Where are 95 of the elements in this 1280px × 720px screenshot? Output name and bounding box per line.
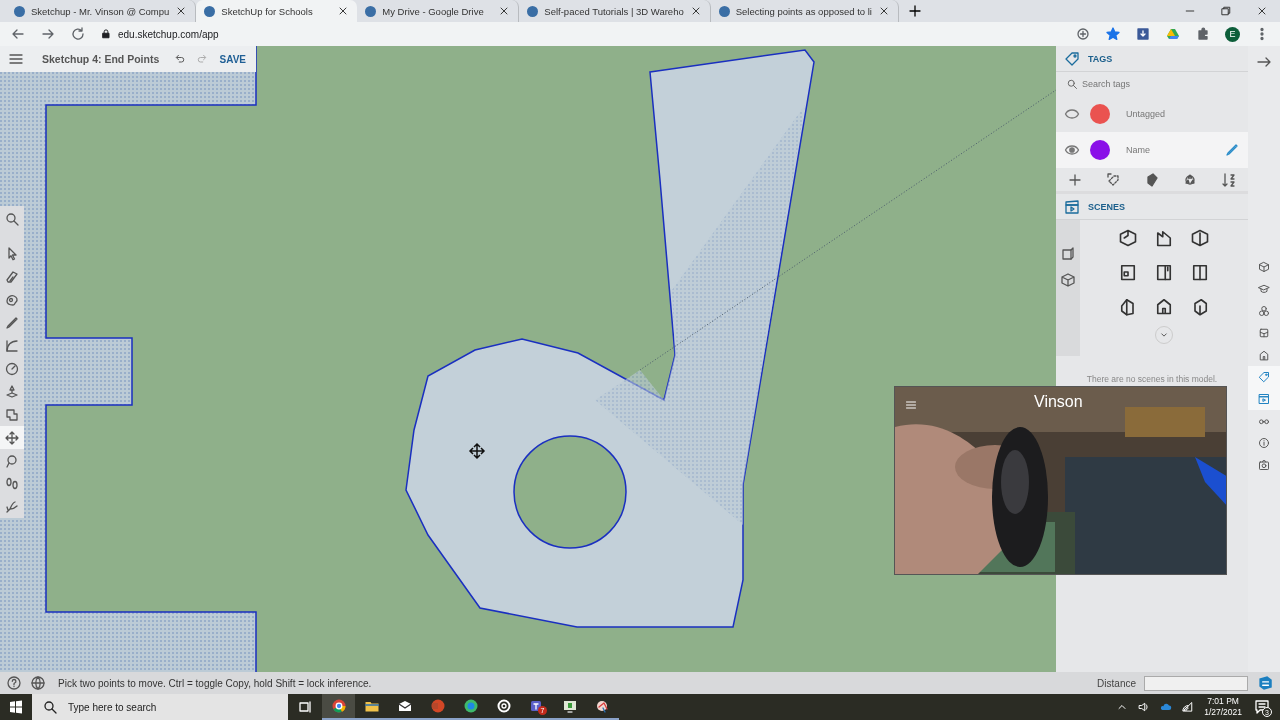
search-icon xyxy=(4,211,20,227)
status-hint: Pick two points to move. Ctrl = toggle Copy, hold Shift = lock inference. xyxy=(58,677,373,689)
windows-icon xyxy=(8,699,24,715)
extensions-icon[interactable] xyxy=(1195,26,1211,42)
taskbar-app[interactable] xyxy=(322,694,355,720)
tag-row[interactable]: Name xyxy=(1056,132,1248,168)
tag-row[interactable]: Untagged xyxy=(1056,96,1248,132)
tag-color-dot[interactable] xyxy=(1090,104,1110,124)
tape-icon xyxy=(4,452,20,469)
eye-icon[interactable] xyxy=(1064,106,1080,122)
push-pull-icon xyxy=(4,383,20,400)
notification-icon xyxy=(1254,699,1270,715)
eye-icon[interactable] xyxy=(1064,142,1080,158)
new-tab-icon[interactable] xyxy=(907,3,923,19)
sync-icon xyxy=(462,698,479,714)
close-icon[interactable] xyxy=(878,5,890,17)
clock-time[interactable]: 7:01 PM xyxy=(1207,696,1239,707)
graduation-cap-icon xyxy=(1258,283,1270,295)
tag-name: Untagged xyxy=(1126,109,1167,119)
menu-icon[interactable] xyxy=(8,51,24,67)
tag-icon xyxy=(1064,50,1080,67)
footprints-icon xyxy=(4,475,20,492)
panel-title: TAGS xyxy=(1088,53,1113,64)
favicon-icon xyxy=(14,5,25,17)
clock-date[interactable]: 1/27/2021 xyxy=(1204,707,1242,718)
mail-icon xyxy=(396,698,413,714)
box-icon xyxy=(1258,327,1270,339)
measurement-label: Distance xyxy=(1097,677,1136,689)
move-cursor-icon xyxy=(468,442,486,460)
globe-icon[interactable] xyxy=(30,675,46,691)
profile-avatar[interactable]: E xyxy=(1225,26,1240,42)
restore-icon[interactable] xyxy=(1220,5,1232,17)
search-field[interactable]: Search tags xyxy=(1082,79,1222,89)
dial-icon xyxy=(4,360,20,377)
arc-icon xyxy=(4,337,20,354)
participant-name: Vinson xyxy=(1034,393,1083,411)
menu-icon[interactable] xyxy=(905,399,917,411)
favicon-icon xyxy=(204,5,216,17)
tag-select-icon[interactable] xyxy=(1105,171,1122,188)
close-icon[interactable] xyxy=(1256,5,1268,17)
tag-name: Name xyxy=(1126,145,1151,155)
view-icon[interactable] xyxy=(1190,228,1210,248)
download-icon[interactable] xyxy=(1135,26,1151,42)
cube-icon xyxy=(1258,261,1270,273)
pencil-icon[interactable] xyxy=(1224,142,1240,158)
view-icon[interactable] xyxy=(1118,262,1138,282)
reload-icon[interactable] xyxy=(70,26,86,42)
empty-message: There are no scenes in this model. xyxy=(1085,374,1219,384)
view-icon[interactable] xyxy=(1154,296,1174,316)
cube-icon[interactable] xyxy=(1060,272,1076,288)
view-icon[interactable] xyxy=(1154,262,1174,282)
clapperboard-icon xyxy=(1258,393,1270,405)
bookmark-star-icon[interactable] xyxy=(1105,26,1121,42)
view-icon[interactable] xyxy=(1154,228,1174,248)
app-logo-icon[interactable] xyxy=(1256,674,1274,692)
lock-icon xyxy=(100,28,112,40)
offset-icon xyxy=(4,406,20,423)
help-icon[interactable] xyxy=(6,675,22,691)
tool-button[interactable] xyxy=(0,426,24,449)
sort-icon[interactable] xyxy=(1220,171,1237,188)
presentation-icon xyxy=(429,698,446,714)
view-icon[interactable] xyxy=(1118,228,1138,248)
search-icon xyxy=(42,699,58,715)
favicon-icon xyxy=(365,5,377,17)
panel-button[interactable] xyxy=(1248,388,1280,410)
cloud-icon[interactable] xyxy=(1160,701,1173,713)
tag-icon xyxy=(1258,371,1270,383)
favicon-icon xyxy=(527,5,539,17)
tag-color-dot[interactable] xyxy=(1090,140,1110,160)
model-title: Sketchup 4: End Points xyxy=(42,53,160,65)
zoom-icon[interactable] xyxy=(1075,26,1091,42)
browser-tab[interactable]: SketchUp for Schools xyxy=(196,0,358,22)
browser-icon xyxy=(330,698,347,714)
task-view-icon[interactable] xyxy=(297,699,313,715)
measurement-field[interactable] xyxy=(1144,675,1248,691)
drive-icon[interactable] xyxy=(1165,26,1181,42)
house-icon xyxy=(1258,349,1270,361)
panel-title: SCENES xyxy=(1088,201,1125,212)
ring-icon xyxy=(495,698,512,714)
panel-button[interactable] xyxy=(1248,366,1280,388)
move-icon xyxy=(4,429,20,446)
view-icon[interactable] xyxy=(1190,262,1210,282)
monitor-icon xyxy=(561,698,578,714)
search-field[interactable]: Type here to search xyxy=(32,694,288,720)
network-icon[interactable] xyxy=(1182,701,1195,713)
clapperboard-icon xyxy=(1064,198,1080,215)
spheres-icon xyxy=(1258,305,1270,317)
info-icon xyxy=(1258,437,1270,449)
save-button[interactable]: SAVE xyxy=(217,51,248,67)
search-icon xyxy=(1066,78,1078,90)
favicon-icon xyxy=(718,5,730,17)
camera-icon xyxy=(1258,459,1270,471)
undo-icon[interactable] xyxy=(173,53,186,65)
volume-icon[interactable] xyxy=(1138,701,1151,713)
url-text[interactable]: edu.sketchup.com/app xyxy=(118,28,219,40)
